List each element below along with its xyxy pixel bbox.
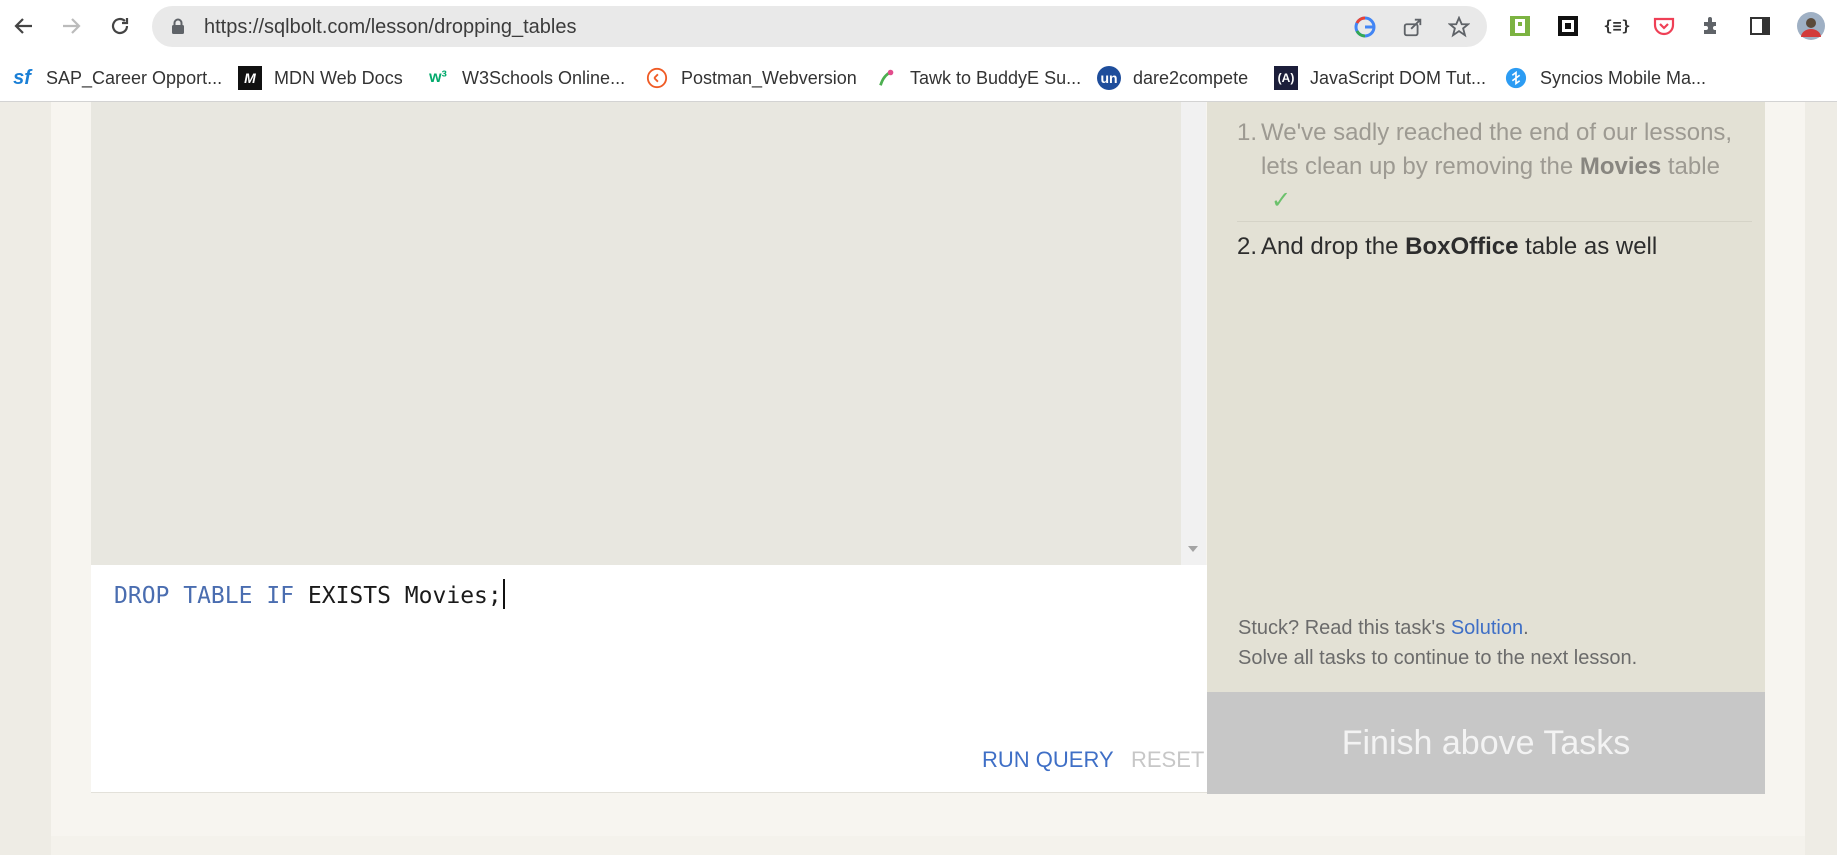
javascript-icon: (A) xyxy=(1274,66,1298,90)
bookmark-label: SAP_Career Opport... xyxy=(46,67,223,88)
query-results-panel xyxy=(91,102,1181,565)
lock-icon xyxy=(172,18,184,34)
bookmark-label: Postman_Webversion xyxy=(681,67,857,88)
solution-link[interactable]: Solution xyxy=(1451,617,1523,639)
bookmark-javascript-dom[interactable]: (A) JavaScript DOM Tut... xyxy=(1274,63,1486,93)
browser-toolbar: https://sqlbolt.com/lesson/dropping_tabl… xyxy=(0,0,1837,54)
postman-icon xyxy=(645,66,669,90)
run-query-button[interactable]: RUN QUERY xyxy=(982,747,1114,773)
page-footer-strip xyxy=(51,836,1805,855)
help-text: Stuck? Read this task's Solution. Solve … xyxy=(1238,613,1637,673)
bookmark-dare2compete[interactable]: un dare2compete xyxy=(1097,63,1248,93)
sql-keywords: DROP TABLE IF xyxy=(114,583,295,609)
star-icon[interactable] xyxy=(1446,14,1472,40)
extension-json-icon[interactable]: {≡} xyxy=(1602,11,1632,41)
google-icon[interactable] xyxy=(1352,14,1378,40)
reload-button[interactable] xyxy=(102,8,138,44)
task-text: We've sadly reached the end of our lesso… xyxy=(1261,116,1741,218)
reset-button[interactable]: RESET xyxy=(1131,747,1204,773)
bookmark-label: Tawk to BuddyE Su... xyxy=(910,67,1082,88)
scroll-down-arrow-icon[interactable] xyxy=(1188,546,1198,552)
task-number: 1. xyxy=(1237,119,1258,146)
task-divider xyxy=(1237,221,1752,222)
task-panel: 1. We've sadly reached the end of our le… xyxy=(1207,102,1765,692)
bookmark-sap-career[interactable]: sf SAP_Career Opport... xyxy=(10,63,222,93)
task-text: And drop the BoxOffice table as well xyxy=(1261,230,1741,264)
back-button[interactable] xyxy=(6,8,42,44)
table-name-boxoffice: BoxOffice xyxy=(1405,233,1519,260)
bookmark-label: MDN Web Docs xyxy=(274,67,403,88)
address-bar[interactable]: https://sqlbolt.com/lesson/dropping_tabl… xyxy=(152,6,1487,47)
side-panel-icon[interactable] xyxy=(1745,11,1775,41)
task-text-part: And drop the xyxy=(1261,233,1406,260)
bookmark-tawk[interactable]: Tawk to BuddyE Su... xyxy=(874,63,1081,93)
sql-code[interactable]: DROP TABLE IF EXISTS Movies; xyxy=(114,579,505,609)
stuck-prefix: Stuck? Read this task's xyxy=(1238,617,1451,639)
sql-editor[interactable]: DROP TABLE IF EXISTS Movies; RUN QUERY R… xyxy=(91,565,1207,793)
puzzle-extensions-icon[interactable] xyxy=(1697,11,1727,41)
bookmark-postman[interactable]: Postman_Webversion xyxy=(645,63,857,93)
task-text-part: table as well xyxy=(1518,233,1658,260)
bookmark-label: Syncios Mobile Ma... xyxy=(1540,67,1707,88)
extension-green-icon[interactable] xyxy=(1505,11,1535,41)
extension-square-icon[interactable] xyxy=(1553,11,1583,41)
finish-tasks-button[interactable]: Finish above Tasks xyxy=(1207,692,1765,794)
table-name-movies: Movies xyxy=(1579,153,1662,180)
task-number: 2. xyxy=(1237,233,1258,260)
stuck-suffix: . xyxy=(1523,617,1529,639)
tawk-icon xyxy=(874,66,898,90)
mdn-icon: M xyxy=(238,66,262,90)
completed-check-icon: ✓ xyxy=(1271,187,1292,214)
reload-icon xyxy=(111,17,129,35)
bookmark-mdn[interactable]: M MDN Web Docs xyxy=(238,63,403,93)
bookmark-w3schools[interactable]: w³ W3Schools Online... xyxy=(426,63,625,93)
task-text-part: table xyxy=(1661,153,1720,180)
bookmark-syncios[interactable]: Syncios Mobile Ma... xyxy=(1504,63,1706,93)
pocket-icon[interactable] xyxy=(1649,11,1679,41)
forward-arrow-icon xyxy=(63,18,81,34)
continue-note: Solve all tasks to continue to the next … xyxy=(1238,647,1638,669)
url-text: https://sqlbolt.com/lesson/dropping_tabl… xyxy=(204,16,577,38)
sql-statement-rest: EXISTS Movies; xyxy=(307,583,502,609)
back-arrow-icon xyxy=(14,18,32,34)
results-scrollbar[interactable] xyxy=(1181,102,1206,565)
bookmark-label: W3Schools Online... xyxy=(462,67,626,88)
profile-avatar[interactable] xyxy=(1796,11,1826,41)
bookmarks-bar: sf SAP_Career Opport... M MDN Web Docs w… xyxy=(0,54,1837,102)
share-icon[interactable] xyxy=(1400,14,1426,40)
w3schools-icon: w³ xyxy=(429,69,447,86)
bookmark-label: JavaScript DOM Tut... xyxy=(1310,67,1487,88)
syncios-icon xyxy=(1504,66,1528,90)
page-margin xyxy=(0,102,51,855)
sf-icon: sf xyxy=(13,66,31,89)
unstop-icon: un xyxy=(1097,66,1121,90)
forward-button[interactable] xyxy=(53,8,89,44)
text-cursor xyxy=(502,579,505,609)
bookmark-label: dare2compete xyxy=(1133,67,1249,88)
